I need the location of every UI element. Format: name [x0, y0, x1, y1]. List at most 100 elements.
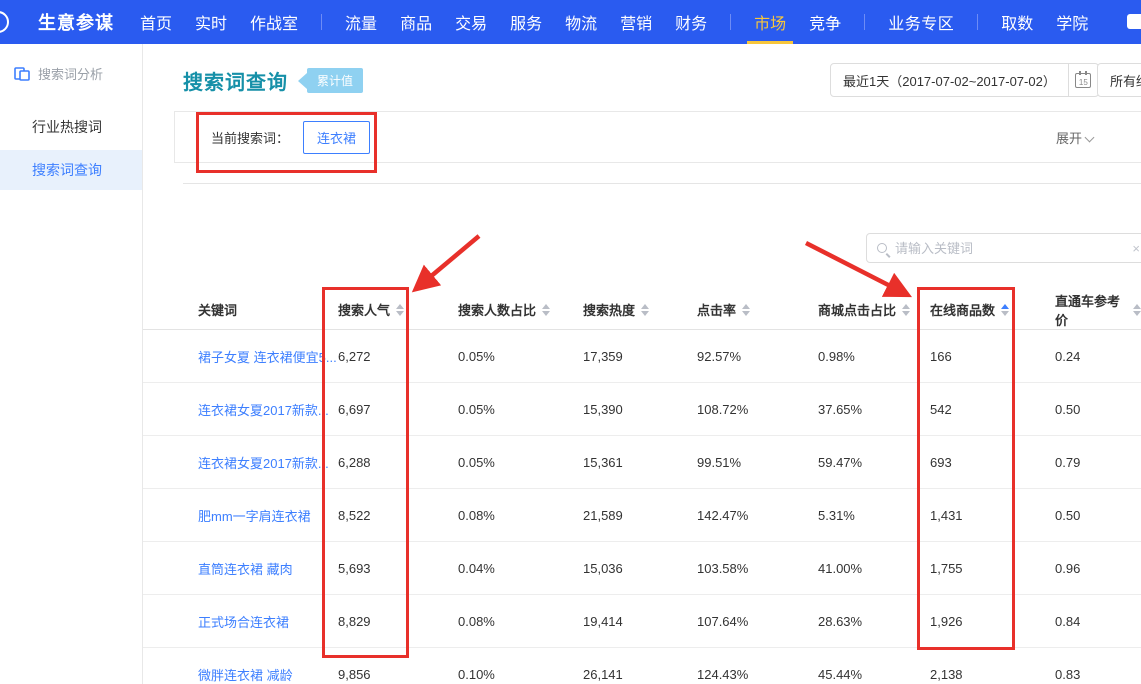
keyword-link[interactable]: 连衣裙女夏2017新款...	[143, 400, 338, 419]
nav-item-business-zone[interactable]: 业务专区	[888, 0, 954, 44]
sidebar-group-label: 搜索词分析	[38, 64, 103, 83]
nav-item-data-fetch[interactable]: 取数	[1001, 0, 1033, 44]
cell-ztc-ref-price: 0.50	[1055, 402, 1141, 417]
table-panel: × 关键词 搜索人气 搜索人数占比 搜索热度 点击率 商城点击占比 在线商品数 …	[143, 183, 1141, 684]
nav-item-finance[interactable]: 财务	[675, 0, 707, 44]
cell-search-heat: 26,141	[583, 667, 697, 682]
col-header-ztc-ref-price[interactable]: 直通车参考价	[1055, 291, 1141, 329]
clear-icon[interactable]: ×	[1132, 241, 1140, 256]
date-range-label: 最近1天（2017-07-02~2017-07-02）	[831, 71, 1068, 90]
cell-click-rate: 99.51%	[697, 455, 818, 470]
chevron-down-icon	[1085, 133, 1095, 143]
nav-item-traffic[interactable]: 流量	[345, 0, 377, 44]
col-header-search-popularity[interactable]: 搜索人气	[338, 300, 458, 319]
cell-online-products: 2,138	[930, 667, 1055, 682]
table-row: 肥mm一字肩连衣裙 8,522 0.08% 21,589 142.47% 5.3…	[143, 489, 1141, 542]
cell-searcher-share: 0.10%	[458, 667, 583, 682]
nav-item-market[interactable]: 市场	[754, 0, 786, 44]
col-header-search-heat[interactable]: 搜索热度	[583, 300, 697, 319]
col-header-mall-click-share[interactable]: 商城点击占比	[818, 300, 930, 319]
cell-click-rate: 108.72%	[697, 402, 818, 417]
table-row: 连衣裙女夏2017新款... 6,288 0.05% 15,361 99.51%…	[143, 436, 1141, 489]
table-row: 微胖连衣裙 减龄 9,856 0.10% 26,141 124.43% 45.4…	[143, 648, 1141, 684]
sort-icon[interactable]	[742, 304, 750, 316]
nav-item-trade[interactable]: 交易	[455, 0, 487, 44]
nav-item-academy[interactable]: 学院	[1056, 0, 1088, 44]
keyword-link[interactable]: 微胖连衣裙 减龄	[143, 665, 338, 684]
nav-item-realtime[interactable]: 实时	[195, 0, 227, 44]
current-keyword-chip[interactable]: 连衣裙	[303, 121, 370, 154]
sidebar-group-search-analysis: 搜索词分析	[0, 44, 142, 83]
nav-item-goods[interactable]: 商品	[400, 0, 432, 44]
search-icon	[877, 243, 887, 253]
cell-online-products: 166	[930, 349, 1055, 364]
keyword-link[interactable]: 肥mm一字肩连衣裙	[143, 506, 338, 525]
cell-online-products: 1,431	[930, 508, 1055, 523]
sidebar-item-search-term-query[interactable]: 搜索词查询	[0, 150, 142, 190]
cell-searcher-share: 0.05%	[458, 349, 583, 364]
cell-searcher-share: 0.08%	[458, 508, 583, 523]
cell-online-products: 542	[930, 402, 1055, 417]
page-title: 搜索词查询	[183, 66, 288, 95]
date-range-picker[interactable]: 最近1天（2017-07-02~2017-07-02） 15	[830, 63, 1099, 97]
sort-icon[interactable]	[1133, 304, 1141, 316]
col-header-click-rate[interactable]: 点击率	[697, 300, 818, 319]
keyword-link[interactable]: 直筒连衣裙 藏肉	[143, 559, 338, 578]
keyword-search-box[interactable]: ×	[866, 233, 1141, 263]
main-content: 搜索词查询 累计值 最近1天（2017-07-02~2017-07-02） 15…	[143, 44, 1141, 684]
cell-mall-click-share: 0.98%	[818, 349, 930, 364]
cell-mall-click-share: 59.47%	[818, 455, 930, 470]
expand-link[interactable]: 展开	[1056, 128, 1093, 147]
cell-mall-click-share: 37.65%	[818, 402, 930, 417]
table-header-row: 关键词 搜索人气 搜索人数占比 搜索热度 点击率 商城点击占比 在线商品数 直通…	[143, 290, 1141, 330]
nav-item-competition[interactable]: 竞争	[809, 0, 841, 44]
table-row: 裙子女夏 连衣裙便宜5... 6,272 0.05% 17,359 92.57%…	[143, 330, 1141, 383]
mail-icon[interactable]	[1127, 14, 1141, 29]
cell-click-rate: 103.58%	[697, 561, 818, 576]
keyword-link[interactable]: 裙子女夏 连衣裙便宜5...	[143, 347, 338, 366]
keyword-link[interactable]: 连衣裙女夏2017新款...	[143, 453, 338, 472]
keyword-search-input[interactable]	[895, 241, 1105, 256]
cell-searcher-share: 0.04%	[458, 561, 583, 576]
expand-label: 展开	[1056, 131, 1082, 146]
table-row: 连衣裙女夏2017新款... 6,697 0.05% 15,390 108.72…	[143, 383, 1141, 436]
cell-search-heat: 15,361	[583, 455, 697, 470]
cell-click-rate: 142.47%	[697, 508, 818, 523]
cell-ztc-ref-price: 0.96	[1055, 561, 1141, 576]
nav-item-marketing[interactable]: 营销	[620, 0, 652, 44]
cell-ztc-ref-price: 0.83	[1055, 667, 1141, 682]
terminal-select[interactable]: 所有终端	[1097, 63, 1141, 97]
cell-online-products: 1,926	[930, 614, 1055, 629]
cell-search-popularity: 6,272	[338, 349, 458, 364]
cell-search-heat: 17,359	[583, 349, 697, 364]
cell-online-products: 693	[930, 455, 1055, 470]
cell-searcher-share: 0.05%	[458, 402, 583, 417]
sort-icon[interactable]	[902, 304, 910, 316]
current-search-term-panel: 当前搜索词： 连衣裙	[174, 111, 1141, 163]
cell-search-popularity: 5,693	[338, 561, 458, 576]
app-window: 生意参谋 首页 实时 作战室 流量 商品 交易 服务 物流 营销 财务 市场 竞…	[0, 0, 1141, 684]
sort-icon-active[interactable]	[1001, 304, 1009, 316]
nav-item-warroom[interactable]: 作战室	[250, 0, 298, 44]
calendar-button[interactable]: 15	[1068, 64, 1098, 96]
sidebar: 搜索词分析 行业热搜词 搜索词查询	[0, 44, 143, 684]
sort-icon[interactable]	[641, 304, 649, 316]
sort-icon[interactable]	[396, 304, 404, 316]
nav-item-logistics[interactable]: 物流	[565, 0, 597, 44]
cell-online-products: 1,755	[930, 561, 1055, 576]
col-header-searcher-share[interactable]: 搜索人数占比	[458, 300, 583, 319]
col-header-online-products[interactable]: 在线商品数	[930, 300, 1055, 319]
cell-mall-click-share: 28.63%	[818, 614, 930, 629]
cell-ztc-ref-price: 0.24	[1055, 349, 1141, 364]
brand-name[interactable]: 生意参谋	[38, 9, 114, 35]
keyword-link[interactable]: 正式场合连衣裙	[143, 612, 338, 631]
cell-search-heat: 19,414	[583, 614, 697, 629]
nav-item-home[interactable]: 首页	[140, 0, 172, 44]
sidebar-item-industry-hot-words[interactable]: 行业热搜词	[0, 107, 142, 147]
table-row: 直筒连衣裙 藏肉 5,693 0.04% 15,036 103.58% 41.0…	[143, 542, 1141, 595]
nav-item-service[interactable]: 服务	[510, 0, 542, 44]
sort-icon[interactable]	[542, 304, 550, 316]
cumulative-badge: 累计值	[298, 68, 363, 93]
nav-divider	[864, 14, 865, 30]
cell-mall-click-share: 45.44%	[818, 667, 930, 682]
